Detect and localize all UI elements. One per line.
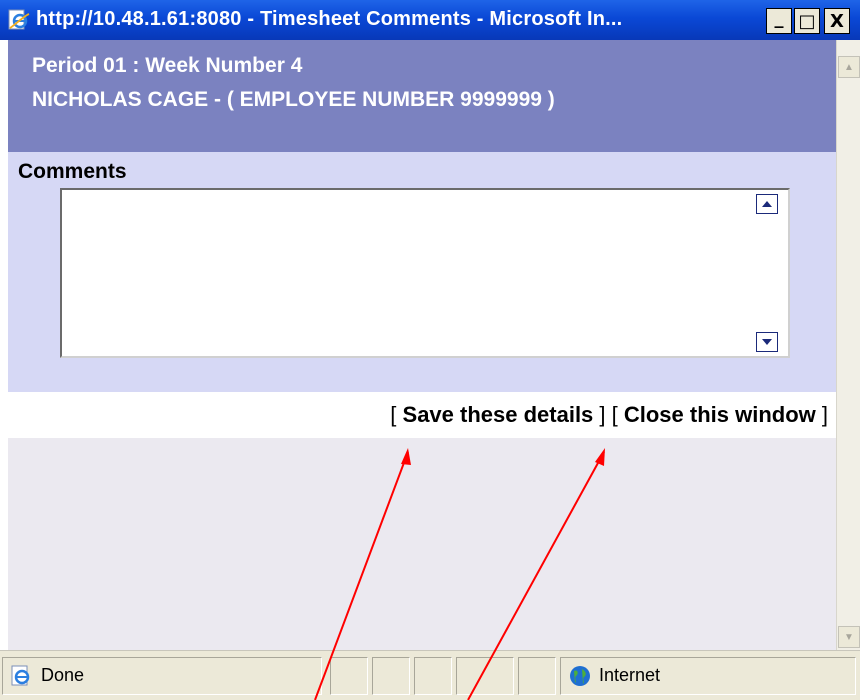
header-band: Period 01 : Week Number 4 NICHOLAS CAGE …: [8, 40, 836, 152]
ie-page-icon: [8, 9, 30, 30]
comments-section: Comments: [8, 152, 836, 392]
status-main-cell: Done: [2, 657, 322, 695]
employee-title: NICHOLAS CAGE - ( EMPLOYEE NUMBER 999999…: [32, 88, 555, 111]
action-links: [ Save these details ] [ Close this wind…: [390, 402, 828, 428]
zone-text: Internet: [599, 665, 661, 685]
close-icon: X: [830, 10, 844, 32]
status-bar: Done Internet: [0, 650, 860, 700]
status-cell-empty: [414, 657, 452, 695]
save-details-link[interactable]: Save these details: [403, 402, 594, 427]
triangle-up-icon: [762, 201, 772, 207]
window-title: http://10.48.1.61:8080 - Timesheet Comme…: [36, 8, 623, 30]
period-title: Period 01 : Week Number 4: [32, 54, 303, 77]
minimize-icon: _: [774, 7, 784, 29]
maximize-icon: □: [798, 10, 816, 32]
textarea-scroll-down-button[interactable]: [756, 332, 778, 352]
status-zone-cell: Internet: [560, 657, 856, 695]
maximize-button[interactable]: □: [794, 8, 820, 34]
close-window-link[interactable]: Close this window: [624, 402, 816, 427]
open-bracket: [: [390, 402, 403, 427]
close-bracket: ]: [815, 402, 828, 427]
actions-row: [ Save these details ] [ Close this wind…: [8, 392, 836, 438]
textarea-scroll-up-button[interactable]: [756, 194, 778, 214]
status-cell-empty: [518, 657, 556, 695]
scroll-up-button[interactable]: ▲: [838, 56, 860, 78]
status-cell-empty: [330, 657, 368, 695]
minimize-button[interactable]: _: [766, 8, 792, 34]
comments-textarea[interactable]: [62, 190, 756, 360]
scroll-up-icon: ▲: [844, 61, 854, 73]
page-scrollbar[interactable]: ▲ ▼: [836, 40, 860, 650]
ie-done-icon: [11, 665, 30, 686]
close-window-button[interactable]: X: [824, 8, 850, 34]
comments-textarea-frame: [60, 188, 790, 360]
globe-icon: [570, 666, 590, 686]
status-cell-empty: [372, 657, 410, 695]
status-cell-empty: [456, 657, 514, 695]
scroll-down-icon: ▼: [844, 631, 854, 643]
status-text: Done: [41, 665, 85, 685]
scroll-down-button[interactable]: ▼: [838, 626, 860, 648]
triangle-down-icon: [762, 339, 772, 345]
link-separator: ] [: [593, 402, 624, 427]
window-titlebar[interactable]: http://10.48.1.61:8080 - Timesheet Comme…: [0, 0, 860, 40]
comments-label: Comments: [18, 160, 127, 183]
page-content: Period 01 : Week Number 4 NICHOLAS CAGE …: [8, 40, 836, 650]
